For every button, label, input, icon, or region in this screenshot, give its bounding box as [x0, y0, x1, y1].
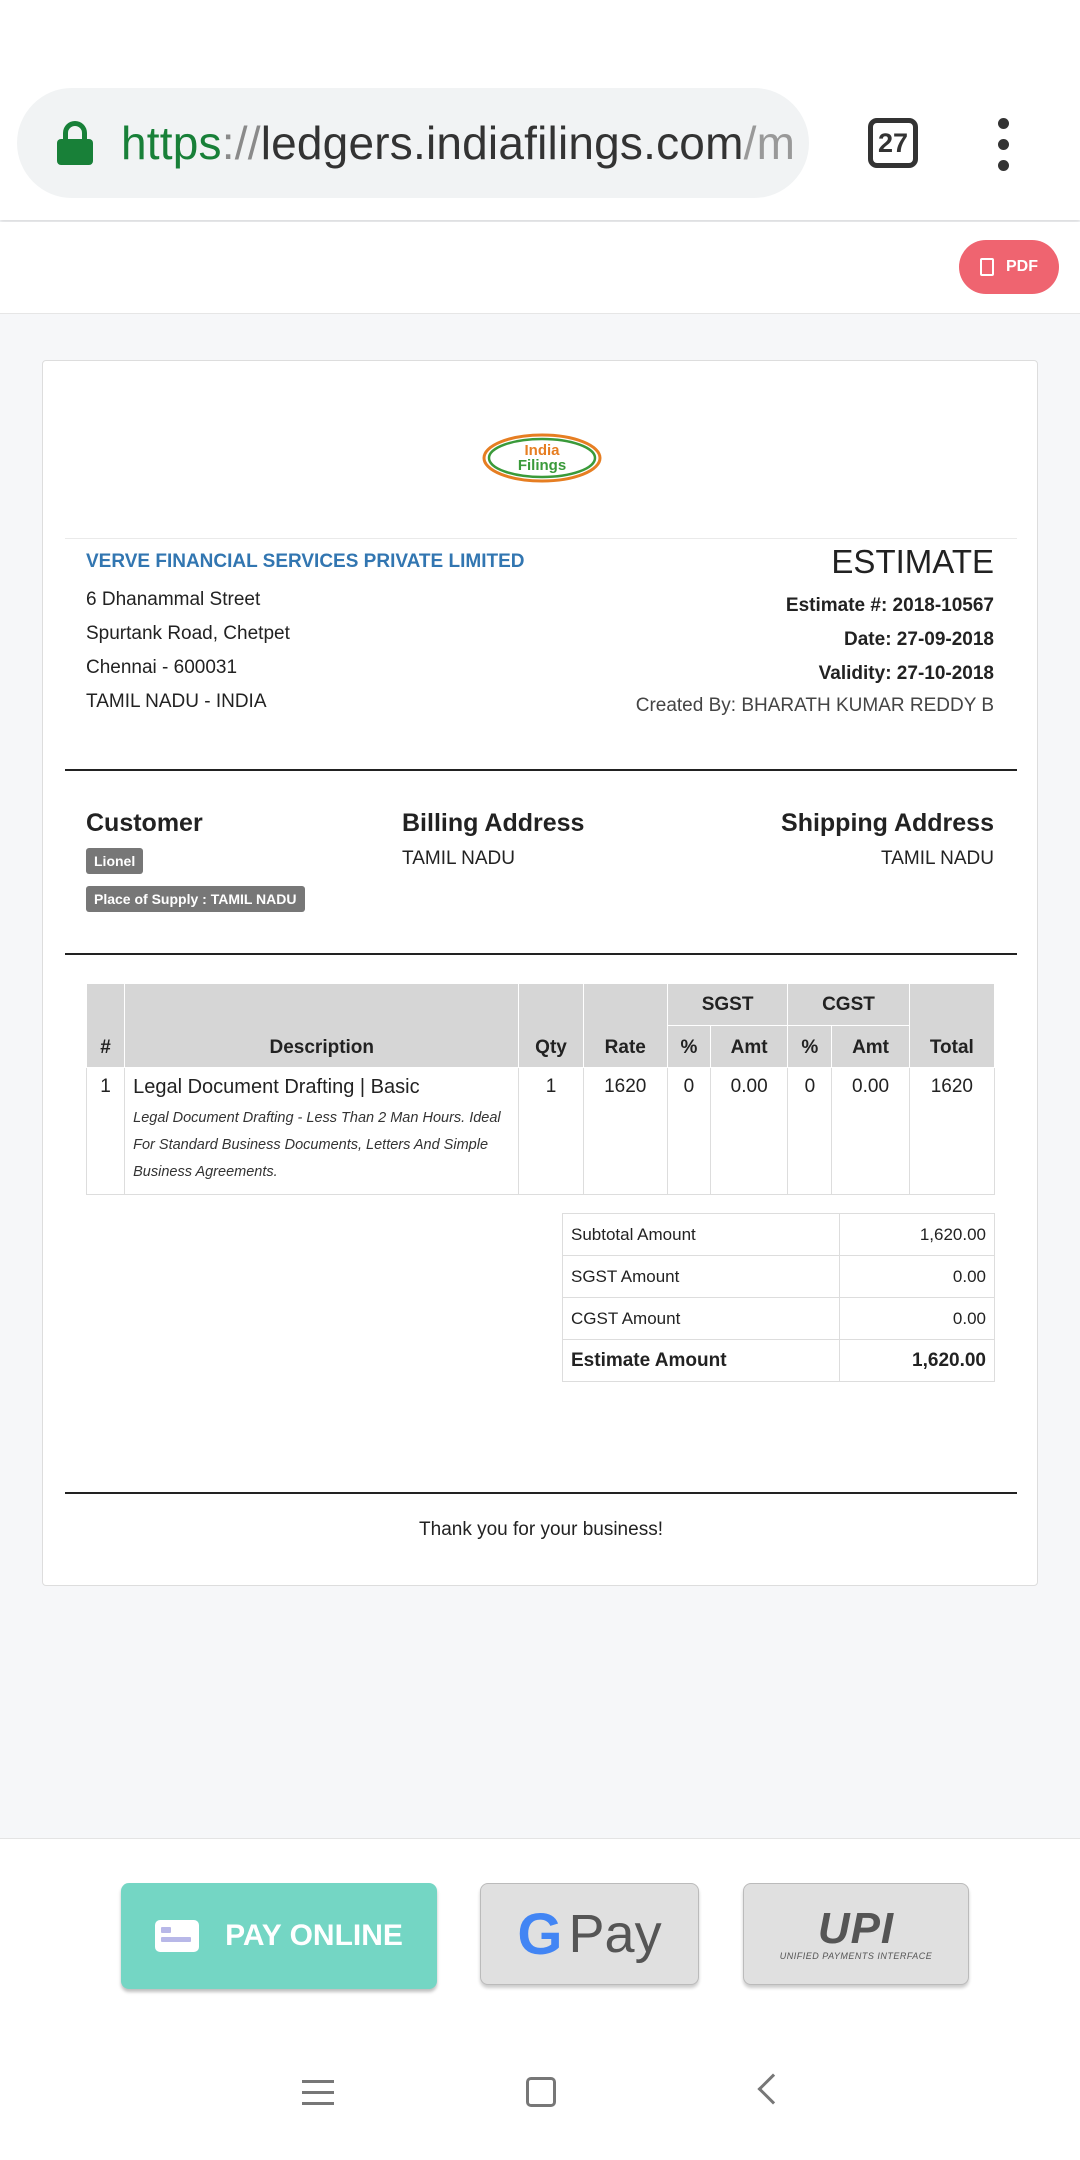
cell-qty: 1: [518, 1067, 584, 1195]
payment-bar: PAY ONLINE G Pay UPI UNIFIED PAYMENTS IN…: [0, 1838, 1080, 2030]
billing-section: Billing Address TAMIL NADU: [402, 809, 584, 870]
company-info: VERVE FINANCIAL SERVICES PRIVATE LIMITED…: [86, 551, 524, 719]
lock-icon: [57, 121, 93, 165]
sgst-label: SGST Amount: [562, 1255, 840, 1298]
col-header-total: Total: [908, 983, 996, 1068]
url-text[interactable]: https://ledgers.indiafilings.com/m: [121, 116, 795, 170]
address-line: TAMIL NADU - INDIA: [86, 691, 267, 712]
col-header-sgst-amt: Amt: [710, 1025, 789, 1068]
item-subtitle: Legal Document Drafting - Less Than 2 Ma…: [133, 1110, 501, 1180]
col-header-rate: Rate: [582, 983, 668, 1068]
estimate-document: India Filings VERVE FINANCIAL SERVICES P…: [42, 360, 1038, 1586]
table-row: Estimate Amount 1,620.00: [562, 1339, 995, 1382]
pdf-button[interactable]: PDF: [959, 240, 1059, 294]
col-header-num: #: [85, 983, 126, 1068]
footer-divider: [65, 1492, 1017, 1494]
pdf-file-icon: [980, 258, 994, 276]
pay-online-button[interactable]: PAY ONLINE: [121, 1883, 437, 1989]
url-scheme: https: [121, 117, 222, 169]
table-row: 1 Legal Document Drafting | Basic Legal …: [85, 1067, 996, 1195]
header-divider: [65, 538, 1017, 539]
url-path: /m: [743, 117, 796, 169]
table-row: Subtotal Amount 1,620.00: [562, 1213, 995, 1256]
subtotal-label: Subtotal Amount: [562, 1213, 840, 1256]
billing-heading: Billing Address: [402, 809, 585, 837]
cgst-value: 0.00: [839, 1297, 995, 1340]
customer-name-badge: Lionel: [86, 848, 144, 874]
estimate-meta: ESTIMATE Estimate #: 2018-10567 Date: 27…: [636, 543, 994, 717]
col-header-qty: Qty: [518, 983, 584, 1068]
recent-apps-icon[interactable]: [302, 2080, 334, 2106]
address-line: Spurtank Road, Chetpet: [86, 623, 290, 644]
address-line: 6 Dhanammal Street: [86, 589, 261, 610]
col-header-cgst-pct: %: [787, 1025, 833, 1068]
cell-num: 1: [85, 1067, 126, 1195]
home-icon[interactable]: [526, 2077, 556, 2107]
url-host: ledgers.indiafilings.com: [260, 117, 744, 169]
cell-sgst-amt: 0.00: [710, 1067, 789, 1195]
section-divider: [65, 953, 1017, 955]
shipping-heading: Shipping Address: [781, 809, 994, 837]
cell-total: 1620: [908, 1067, 996, 1195]
estimate-validity: Validity: 27-10-2018: [818, 663, 994, 684]
estimate-number: Estimate #: 2018-10567: [785, 595, 994, 616]
cell-cgst-amt: 0.00: [831, 1067, 910, 1195]
line-items-table: # Description Qty Rate SGST CGST Total %…: [85, 983, 996, 1195]
cell-rate: 1620: [582, 1067, 668, 1195]
place-of-supply-badge: Place of Supply : TAMIL NADU: [86, 886, 305, 912]
col-header-cgst: CGST: [787, 983, 910, 1026]
estimate-date: Date: 27-09-2018: [844, 629, 994, 650]
totals-table: Subtotal Amount 1,620.00 SGST Amount 0.0…: [562, 1213, 995, 1382]
sgst-value: 0.00: [839, 1255, 995, 1298]
table-row: SGST Amount 0.00: [562, 1255, 995, 1298]
cell-description: Legal Document Drafting | Basic Legal Do…: [124, 1067, 520, 1195]
created-by: Created By: BHARATH KUMAR REDDY B: [635, 695, 994, 716]
address-bar[interactable]: https://ledgers.indiafilings.com/m: [17, 88, 809, 198]
cell-cgst-pct: 0: [787, 1067, 833, 1195]
upi-button[interactable]: UPI UNIFIED PAYMENTS INTERFACE: [743, 1883, 969, 1985]
indiafilings-logo: India Filings: [482, 433, 602, 483]
col-header-cgst-amt: Amt: [831, 1025, 910, 1068]
document-toolbar: PDF: [0, 222, 1080, 314]
upi-subtitle: UNIFIED PAYMENTS INTERFACE: [779, 1951, 933, 1961]
address-line: Chennai - 600031: [86, 657, 238, 678]
section-divider: [65, 769, 1017, 771]
google-pay-label: Pay: [568, 1904, 662, 1964]
thank-you-note: Thank you for your business!: [419, 1519, 663, 1540]
billing-value: TAMIL NADU: [402, 848, 515, 869]
subtotal-value: 1,620.00: [839, 1213, 995, 1256]
pdf-label: PDF: [1006, 258, 1038, 275]
google-pay-button[interactable]: G Pay: [480, 1883, 699, 1985]
browser-toolbar: https://ledgers.indiafilings.com/m 27: [0, 0, 1080, 220]
google-g-icon: G: [517, 1901, 563, 1967]
item-title: Legal Document Drafting | Basic: [133, 1076, 420, 1098]
upi-logo: UPI: [817, 1904, 895, 1953]
credit-card-icon: [155, 1920, 200, 1952]
table-row: CGST Amount 0.00: [562, 1297, 995, 1340]
customer-heading: Customer: [86, 809, 203, 837]
col-header-sgst: SGST: [666, 983, 789, 1026]
company-name: VERVE FINANCIAL SERVICES PRIVATE LIMITED: [86, 551, 525, 572]
estimate-amount-value: 1,620.00: [839, 1339, 995, 1382]
cell-sgst-pct: 0: [666, 1067, 712, 1195]
col-header-sgst-pct: %: [666, 1025, 712, 1068]
back-icon[interactable]: [757, 2073, 789, 2105]
system-navigation-bar: [0, 2030, 1080, 2160]
estimate-amount-label: Estimate Amount: [562, 1339, 840, 1382]
tab-count: 27: [877, 127, 909, 158]
logo-line-2: Filings: [518, 457, 566, 474]
cgst-label: CGST Amount: [562, 1297, 840, 1340]
tab-switcher-button[interactable]: 27: [868, 118, 918, 168]
pay-online-label: PAY ONLINE: [225, 1919, 403, 1952]
browser-menu-icon[interactable]: [993, 118, 1013, 172]
col-header-description: Description: [124, 983, 520, 1068]
customer-section: Customer Lionel Place of Supply : TAMIL …: [86, 809, 305, 924]
shipping-section: Shipping Address TAMIL NADU: [781, 809, 994, 870]
shipping-value: TAMIL NADU: [881, 848, 994, 869]
url-separator: ://: [221, 117, 261, 169]
estimate-title: ESTIMATE: [831, 543, 994, 580]
